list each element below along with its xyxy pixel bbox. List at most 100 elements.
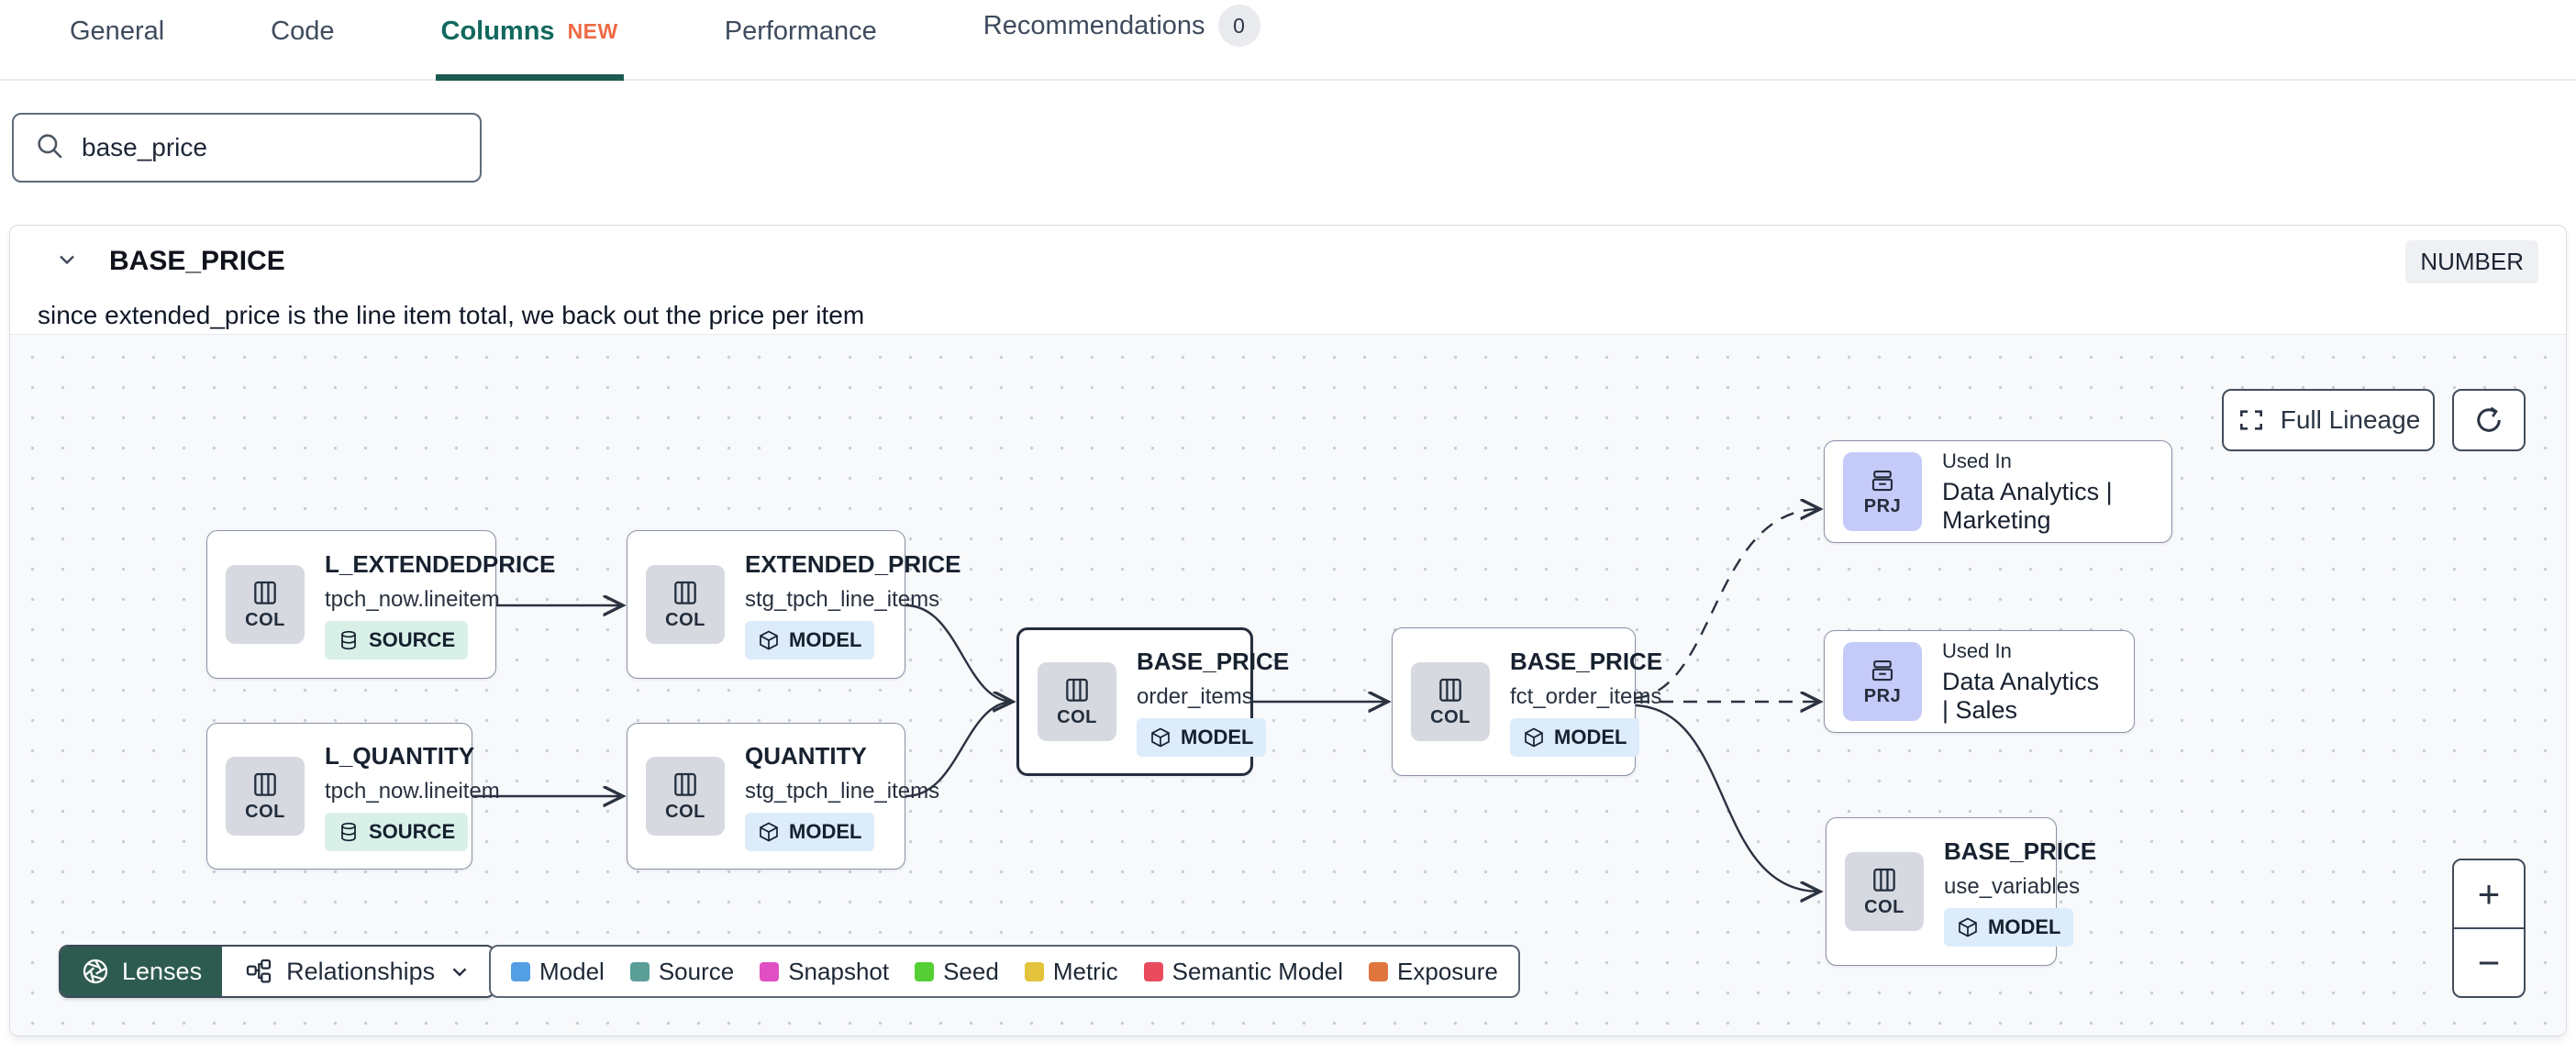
cube-icon [1959, 917, 1977, 937]
node-title: BASE_PRICE [1944, 837, 2097, 865]
project-name: Data Analytics | Marketing [1942, 477, 2113, 534]
badge-label: SOURCE [369, 627, 456, 651]
column-kind-badge: COL [1411, 662, 1490, 741]
search-input[interactable] [82, 133, 460, 162]
legend-item-semantic-model: Semantic Model [1143, 957, 1344, 986]
column-kind-badge: COL [1845, 852, 1924, 931]
search-icon [34, 130, 65, 166]
tab-bar: General Code Columns NEW Performance Rec… [0, 0, 2576, 81]
node-used-in-sales[interactable]: PRJ Used In Data Analytics | Sales [1824, 630, 2135, 733]
resource-type-badge: MODEL [1510, 717, 1640, 757]
badge-label: MODEL [1554, 725, 1627, 748]
kind-label: PRJ [1863, 685, 1902, 706]
tab-general[interactable]: General [64, 17, 170, 81]
snapshot-swatch [760, 961, 780, 981]
resource-type-badge: MODEL [745, 812, 875, 851]
columns-icon [1439, 678, 1461, 702]
node-subtitle: stg_tpch_line_items [745, 586, 940, 612]
model-swatch [511, 961, 530, 981]
columns-icon [1066, 678, 1088, 702]
column-panel: BASE_PRICE NUMBER since extended_price i… [9, 225, 2567, 1036]
column-type-badge: NUMBER [2405, 239, 2538, 283]
node-extended-price[interactable]: COL EXTENDED_PRICE stg_tpch_line_items M… [627, 530, 961, 679]
legend-item-snapshot: Snapshot [760, 958, 889, 986]
resource-type-badge: MODEL [1137, 717, 1267, 757]
node-subtitle: use_variables [1944, 873, 2081, 899]
kind-label: COL [245, 801, 285, 822]
node-l-extendedprice[interactable]: COL L_EXTENDEDPRICE tpch_now.lineitem SO… [206, 530, 555, 679]
archive-icon [1871, 660, 1893, 681]
used-in-label: Used In [1942, 638, 2012, 662]
badge-label: MODEL [1988, 914, 2061, 938]
node-title: EXTENDED_PRICE [745, 549, 961, 578]
lenses-label: Lenses [122, 957, 203, 985]
legend-item-model: Model [511, 958, 605, 986]
full-lineage-button[interactable]: Full Lineage [2222, 389, 2435, 451]
node-subtitle: tpch_now.lineitem [325, 586, 500, 612]
project-name: Data Analytics | Sales [1942, 667, 2100, 724]
legend-item-seed: Seed [915, 958, 999, 986]
resource-type-badge: MODEL [745, 620, 875, 660]
columns-icon [254, 772, 276, 796]
node-title: L_EXTENDEDPRICE [325, 549, 556, 578]
node-used-in-marketing[interactable]: PRJ Used In Data Analytics | Marketing [1824, 440, 2172, 543]
legend-label: Source [658, 957, 735, 985]
node-title: L_QUANTITY [325, 741, 475, 770]
cube-icon [1151, 727, 1170, 747]
relationships-icon [246, 959, 272, 983]
legend-label: Exposure [1397, 957, 1498, 985]
relationships-dropdown[interactable]: Relationships [222, 947, 494, 996]
tab-label: Code [271, 17, 335, 46]
tab-recommendations[interactable]: Recommendations 0 [978, 5, 1266, 81]
node-title: BASE_PRICE [1510, 647, 1663, 675]
node-subtitle: fct_order_items [1510, 683, 1662, 709]
node-l-quantity[interactable]: COL L_QUANTITY tpch_now.lineitem SOURCE [206, 723, 500, 870]
tab-performance[interactable]: Performance [719, 17, 883, 81]
project-kind-badge: PRJ [1843, 452, 1922, 531]
column-title: BASE_PRICE [109, 246, 285, 276]
tab-code[interactable]: Code [265, 17, 339, 81]
legend-label: Semantic Model [1171, 957, 1344, 985]
legend-item-source: Source [629, 957, 735, 986]
node-subtitle: order_items [1137, 683, 1253, 709]
node-base-price-use-variables[interactable]: COL BASE_PRICE use_variables MODEL [1826, 817, 2096, 966]
count-badge: 0 [1217, 5, 1260, 47]
cube-icon [1525, 727, 1543, 747]
node-base-price-fct-order-items[interactable]: COL BASE_PRICE fct_order_items MODEL [1392, 627, 1662, 776]
refresh-button[interactable] [2452, 389, 2526, 451]
cube-icon [760, 822, 778, 841]
kind-label: COL [245, 609, 285, 630]
columns-icon [254, 581, 276, 604]
project-kind-badge: PRJ [1843, 642, 1922, 721]
zoom-in-button[interactable]: + [2454, 860, 2524, 929]
column-search[interactable] [12, 113, 482, 183]
database-icon [341, 822, 356, 841]
archive-icon [1871, 470, 1893, 491]
zoom-out-button[interactable]: − [2454, 929, 2524, 996]
node-title: BASE_PRICE [1137, 647, 1290, 675]
node-base-price-order-items[interactable]: COL BASE_PRICE order_items MODEL [1016, 627, 1289, 776]
kind-label: PRJ [1863, 495, 1902, 516]
column-panel-header: BASE_PRICE NUMBER [10, 226, 2566, 284]
column-kind-badge: COL [226, 565, 305, 644]
seed-swatch [915, 961, 935, 981]
tab-label: General [70, 17, 165, 46]
legend-label: Seed [943, 957, 999, 985]
kind-label: COL [665, 609, 705, 630]
resource-type-badge: SOURCE [325, 812, 469, 851]
relationships-label: Relationships [286, 957, 436, 985]
full-lineage-label: Full Lineage [2280, 405, 2421, 434]
lenses-button[interactable]: Lenses [61, 947, 223, 996]
source-swatch [629, 961, 650, 981]
badge-label: MODEL [1181, 725, 1254, 748]
kind-label: COL [1430, 706, 1471, 727]
badge-label: MODEL [789, 627, 862, 651]
used-in-label: Used In [1942, 449, 2012, 472]
lineage-canvas[interactable]: COL L_EXTENDEDPRICE tpch_now.lineitem SO… [10, 334, 2566, 1036]
node-quantity[interactable]: COL QUANTITY stg_tpch_line_items MODEL [627, 723, 939, 870]
legend-label: Metric [1052, 957, 1118, 985]
chevron-down-icon[interactable] [54, 247, 80, 277]
kind-label: COL [1864, 896, 1904, 917]
resource-type-badge: SOURCE [325, 620, 469, 660]
tab-columns[interactable]: Columns NEW [435, 17, 624, 81]
